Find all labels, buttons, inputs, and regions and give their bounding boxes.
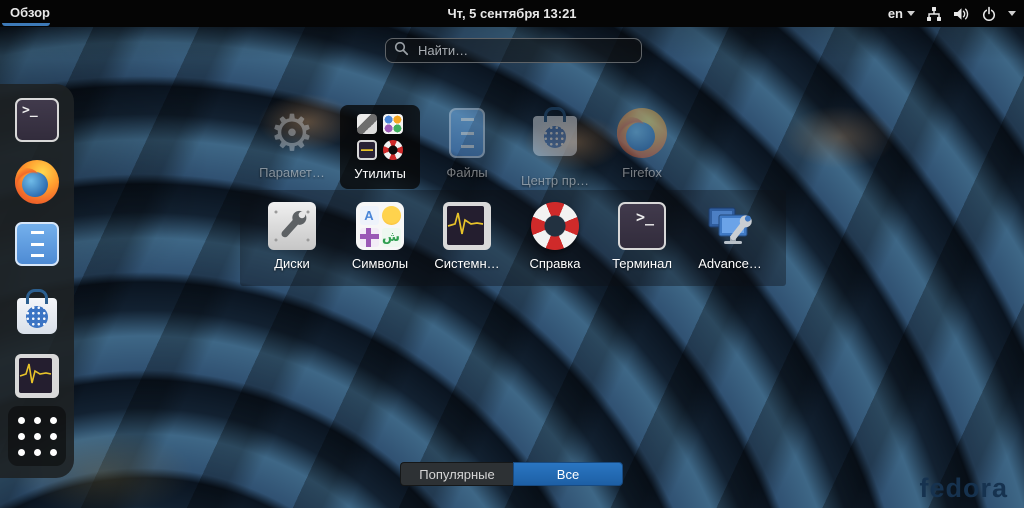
all-apps-label: Все xyxy=(557,467,579,482)
software-icon xyxy=(530,116,580,166)
software-icon xyxy=(17,298,57,334)
dash-system-monitor-button[interactable] xyxy=(15,354,59,398)
gnome-overview-screen: Обзор Чт, 5 сентября 13:21 en xyxy=(0,0,1024,508)
characters-icon: A ش xyxy=(356,202,404,250)
utilities-folder-panel: Диски A ش Символы Системн… xyxy=(240,190,786,286)
app-label: Центр пр… xyxy=(511,173,599,188)
app-tile-terminal[interactable]: >_ Терминал xyxy=(598,202,686,271)
app-tile-system-monitor[interactable]: Системн… xyxy=(423,202,511,271)
dash-software-button[interactable] xyxy=(15,290,59,334)
settings-gear-icon: ⚙ xyxy=(267,108,317,158)
all-apps-button[interactable]: Все xyxy=(513,462,623,486)
files-icon xyxy=(449,108,485,158)
app-tile-advanced-network[interactable]: Advance… xyxy=(686,202,774,271)
search-icon xyxy=(394,41,409,61)
keyboard-layout-label: en xyxy=(888,6,903,21)
apps-grid-icon xyxy=(18,417,57,456)
utilities-folder-preview xyxy=(340,105,420,160)
frequent-apps-label: Популярные xyxy=(419,467,494,482)
advanced-network-icon xyxy=(706,202,754,250)
fedora-logo: fedora xyxy=(919,473,1008,504)
frequent-apps-button[interactable]: Популярные xyxy=(400,462,513,486)
app-label: Парамет… xyxy=(248,165,336,180)
firefox-icon xyxy=(617,108,667,158)
app-tile-characters[interactable]: A ش Символы xyxy=(336,202,424,271)
dash-firefox-button[interactable] xyxy=(15,160,59,204)
app-label: Файлы xyxy=(423,165,511,180)
terminal-icon: >_ xyxy=(15,98,59,142)
search-bar[interactable] xyxy=(385,38,642,63)
firefox-icon xyxy=(15,160,59,204)
blue-letter-glyph: A xyxy=(360,206,379,225)
dash-terminal-button[interactable]: >_ xyxy=(15,98,59,142)
show-applications-button[interactable] xyxy=(8,406,66,466)
folder-label: Утилиты xyxy=(340,166,420,181)
volume-icon[interactable] xyxy=(953,6,970,22)
terminal-icon: >_ xyxy=(618,202,666,250)
keyboard-layout-button[interactable]: en xyxy=(888,6,915,21)
app-label: Системн… xyxy=(423,256,511,271)
app-label: Firefox xyxy=(598,165,686,180)
disks-mini-icon xyxy=(357,114,377,134)
app-label: Символы xyxy=(336,256,424,271)
files-icon xyxy=(15,222,59,266)
app-label: Диски xyxy=(248,256,336,271)
app-tile-help[interactable]: Справка xyxy=(511,202,599,271)
disks-icon xyxy=(268,202,316,250)
power-icon[interactable] xyxy=(981,6,997,22)
clock[interactable]: Чт, 5 сентября 13:21 xyxy=(0,0,1024,27)
chevron-down-icon xyxy=(907,11,915,16)
top-bar: Обзор Чт, 5 сентября 13:21 en xyxy=(0,0,1024,27)
app-tile-files[interactable]: Файлы xyxy=(423,108,511,180)
app-label: Advance… xyxy=(686,256,774,271)
system-monitor-mini-icon xyxy=(357,140,377,160)
system-monitor-icon xyxy=(443,202,491,250)
app-grid-filter-toggle: Популярные Все xyxy=(400,462,623,486)
help-lifebuoy-icon xyxy=(531,202,579,250)
dash: >_ xyxy=(0,84,74,478)
dash-files-button[interactable] xyxy=(15,222,59,266)
characters-mini-icon xyxy=(383,114,403,134)
purple-cross-glyph xyxy=(360,228,379,247)
help-mini-icon xyxy=(383,140,403,160)
app-folder-utilities-open[interactable]: Утилиты xyxy=(340,105,420,189)
search-input[interactable] xyxy=(416,42,633,59)
arabic-glyph: ش xyxy=(382,228,401,247)
system-monitor-icon xyxy=(15,354,59,398)
system-menu-chevron-icon[interactable] xyxy=(1008,11,1016,16)
app-label: Справка xyxy=(511,256,599,271)
app-label: Терминал xyxy=(598,256,686,271)
smiley-glyph xyxy=(382,206,401,225)
status-area: en xyxy=(888,0,1016,27)
app-tile-disks[interactable]: Диски xyxy=(248,202,336,271)
network-wired-icon[interactable] xyxy=(926,6,942,22)
app-tile-settings[interactable]: ⚙ Парамет… xyxy=(248,108,336,180)
app-tile-software[interactable]: Центр пр… xyxy=(511,108,599,188)
app-tile-firefox[interactable]: Firefox xyxy=(598,108,686,180)
